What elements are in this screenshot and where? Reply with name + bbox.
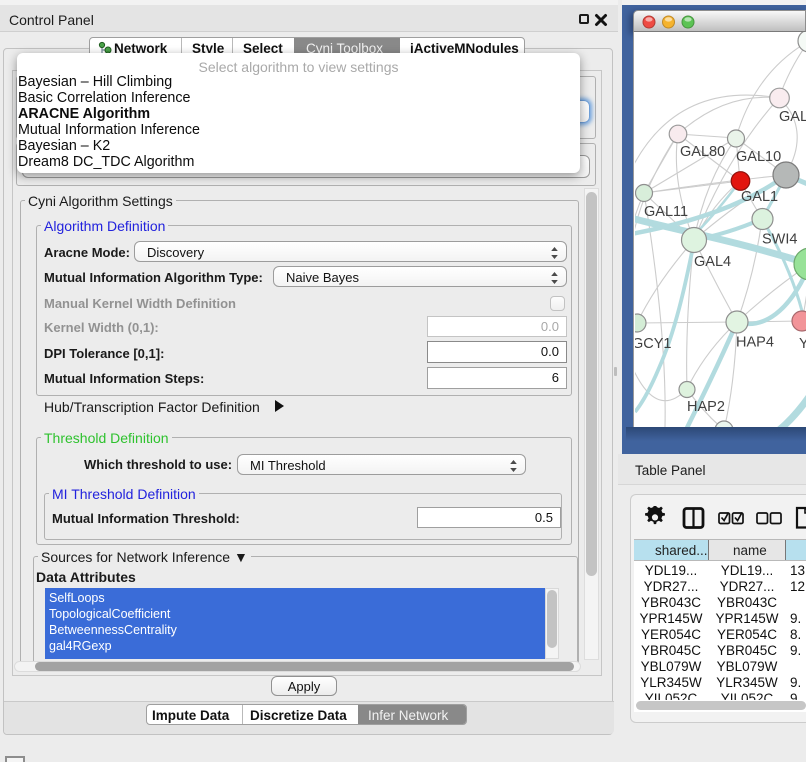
svg-text:HAP4: HAP4 — [736, 335, 774, 351]
svg-text:Y: Y — [799, 336, 806, 352]
svg-text:GCY1: GCY1 — [635, 336, 672, 352]
svg-text:GAL4: GAL4 — [694, 254, 731, 270]
svg-text:GAL80: GAL80 — [680, 144, 725, 160]
svg-text:GAL11: GAL11 — [644, 204, 688, 220]
svg-text:GAL2: GAL2 — [779, 109, 806, 125]
svg-text:HAP2: HAP2 — [687, 399, 725, 415]
svg-text:GAL1: GAL1 — [741, 189, 778, 205]
svg-text:GAL10: GAL10 — [736, 149, 781, 165]
svg-text:SWI4: SWI4 — [762, 232, 797, 248]
